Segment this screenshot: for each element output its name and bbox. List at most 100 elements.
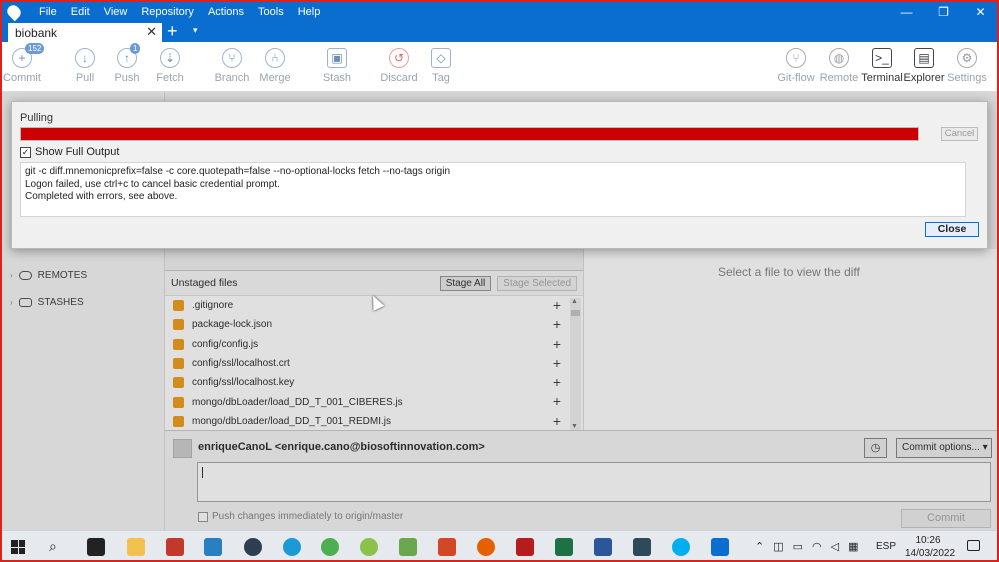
battery-icon[interactable]: ▭ xyxy=(793,540,803,553)
title-bar: File Edit View Repository Actions Tools … xyxy=(0,0,999,23)
notepad-icon[interactable] xyxy=(399,538,417,556)
progress-fill xyxy=(21,128,918,140)
discard-label: Discard xyxy=(380,72,418,84)
explorer-label: Explorer xyxy=(903,72,945,84)
stash-label: Stash xyxy=(322,72,352,84)
menu-help[interactable]: Help xyxy=(291,6,328,18)
minimize-button[interactable]: — xyxy=(888,5,925,19)
windows-taskbar: ⌕ ⌃ ◫ ▭ ◠ ◁ ▦ ESP 10:26 14/03/2022 xyxy=(0,530,999,562)
main-toolbar: +152 Commit ↓ Pull ↑ 1 Push ⇣ Fetch ⑂ Bra… xyxy=(0,42,999,92)
store-icon[interactable] xyxy=(204,538,222,556)
tab-dropdown-icon[interactable]: ▾ xyxy=(193,25,198,36)
app-icon[interactable] xyxy=(360,538,378,556)
sourcetree-taskbar-icon[interactable] xyxy=(711,538,729,556)
new-tab-button[interactable]: + xyxy=(167,21,178,42)
settings-button[interactable]: ⚙ Settings xyxy=(942,48,992,84)
checkbox-checked-icon: ✓ xyxy=(20,146,31,158)
fetch-button[interactable]: ⇣ Fetch xyxy=(145,48,195,84)
sourcetree-logo-icon xyxy=(0,0,28,23)
globe-icon: ◍ xyxy=(829,48,849,68)
close-window-button[interactable]: ✕ xyxy=(962,5,999,19)
explorer-icon: ▤ xyxy=(914,48,934,68)
gitflow-icon: ⑂ xyxy=(786,48,806,68)
menu-tools[interactable]: Tools xyxy=(251,6,291,18)
system-tray: ⌃ ◫ ▭ ◠ ◁ ▦ xyxy=(755,540,859,553)
tag-icon: ◇ xyxy=(431,48,451,68)
app-icon[interactable] xyxy=(633,538,651,556)
gear-icon: ⚙ xyxy=(957,48,977,68)
pull-label: Pull xyxy=(75,72,95,84)
push-count-badge: 1 xyxy=(130,43,141,54)
merge-button[interactable]: ⑃ Merge xyxy=(250,48,300,84)
commit-icon: +152 xyxy=(12,43,45,68)
fetch-icon: ⇣ xyxy=(160,48,180,68)
windows-start-icon[interactable] xyxy=(11,540,25,554)
branch-label: Branch xyxy=(214,72,250,84)
app-icon[interactable] xyxy=(244,538,262,556)
gitflow-label: Git-flow xyxy=(777,72,815,84)
edge-icon[interactable] xyxy=(283,538,301,556)
wifi-icon[interactable]: ◠ xyxy=(812,540,822,553)
menu-edit[interactable]: Edit xyxy=(64,6,97,18)
app-icon[interactable] xyxy=(516,538,534,556)
file-explorer-icon[interactable] xyxy=(127,538,145,556)
language-indicator[interactable]: ESP xyxy=(876,541,896,552)
progress-bar xyxy=(20,127,919,141)
output-line: Logon failed, use ctrl+c to cancel basic… xyxy=(25,178,280,190)
discard-icon: ↺ xyxy=(389,48,409,68)
notification-icon[interactable] xyxy=(967,540,980,551)
chrome-icon[interactable] xyxy=(321,538,339,556)
menu-view[interactable]: View xyxy=(97,6,135,18)
tag-button[interactable]: ◇ Tag xyxy=(416,48,466,84)
firefox-icon[interactable] xyxy=(477,538,495,556)
tab-close-icon[interactable]: ✕ xyxy=(146,24,157,40)
close-button[interactable]: Close xyxy=(925,222,979,237)
stash-icon: ▣ xyxy=(327,48,347,68)
tag-label: Tag xyxy=(432,72,450,84)
word-icon[interactable] xyxy=(594,538,612,556)
restore-button[interactable]: ❐ xyxy=(925,5,962,19)
commit-button[interactable]: +152 Commit xyxy=(0,43,47,84)
cancel-button[interactable]: Cancel xyxy=(941,127,978,141)
push-label: Push xyxy=(114,72,140,84)
show-full-output-label: Show Full Output xyxy=(35,146,120,158)
tab-biobank[interactable]: biobank ✕ xyxy=(8,23,162,42)
menu-actions[interactable]: Actions xyxy=(201,6,251,18)
window-controls: — ❐ ✕ xyxy=(888,5,999,19)
push-icon: ↑ 1 xyxy=(117,43,141,68)
powerpoint-icon[interactable] xyxy=(438,538,456,556)
tab-label: biobank xyxy=(15,25,58,40)
output-line: Completed with errors, see above. xyxy=(25,191,178,203)
search-icon[interactable]: ⌕ xyxy=(49,538,57,555)
clock-time: 10:26 xyxy=(915,535,941,546)
meet-icon[interactable]: ◫ xyxy=(773,540,783,553)
menu-bar: File Edit View Repository Actions Tools … xyxy=(32,6,327,18)
skype-icon[interactable] xyxy=(672,538,690,556)
chevron-up-icon[interactable]: ⌃ xyxy=(755,540,764,553)
terminal-icon: >_ xyxy=(872,48,892,68)
keyboard-icon[interactable]: ▦ xyxy=(848,540,858,553)
pulling-dialog: Pulling Cancel ✓ Show Full Output git -c… xyxy=(11,101,988,249)
merge-icon: ⑃ xyxy=(265,48,285,68)
menu-repository[interactable]: Repository xyxy=(134,6,201,18)
settings-label: Settings xyxy=(947,72,987,84)
commit-label: Commit xyxy=(3,72,41,84)
volume-icon[interactable]: ◁ xyxy=(831,540,839,553)
excel-icon[interactable] xyxy=(555,538,573,556)
tab-bar: biobank ✕ + ▾ xyxy=(0,21,999,42)
menu-file[interactable]: File xyxy=(32,6,64,18)
clock[interactable]: 10:26 14/03/2022 xyxy=(905,534,956,560)
commit-count-badge: 152 xyxy=(25,43,45,54)
branch-icon: ⑂ xyxy=(222,48,242,68)
remote-label: Remote xyxy=(819,72,859,84)
filezilla-icon[interactable] xyxy=(166,538,184,556)
pull-icon: ↓ xyxy=(75,48,95,68)
show-full-output-checkbox[interactable]: ✓ Show Full Output xyxy=(20,146,119,158)
terminal-label: Terminal xyxy=(861,72,903,84)
clock-date: 14/03/2022 xyxy=(905,548,956,559)
terminal-app-icon[interactable] xyxy=(87,538,105,556)
output-line: git -c diff.mnemonicprefix=false -c core… xyxy=(25,166,451,177)
output-log[interactable]: git -c diff.mnemonicprefix=false -c core… xyxy=(20,162,966,217)
fetch-label: Fetch xyxy=(156,72,184,84)
stash-button[interactable]: ▣ Stash xyxy=(312,48,362,84)
